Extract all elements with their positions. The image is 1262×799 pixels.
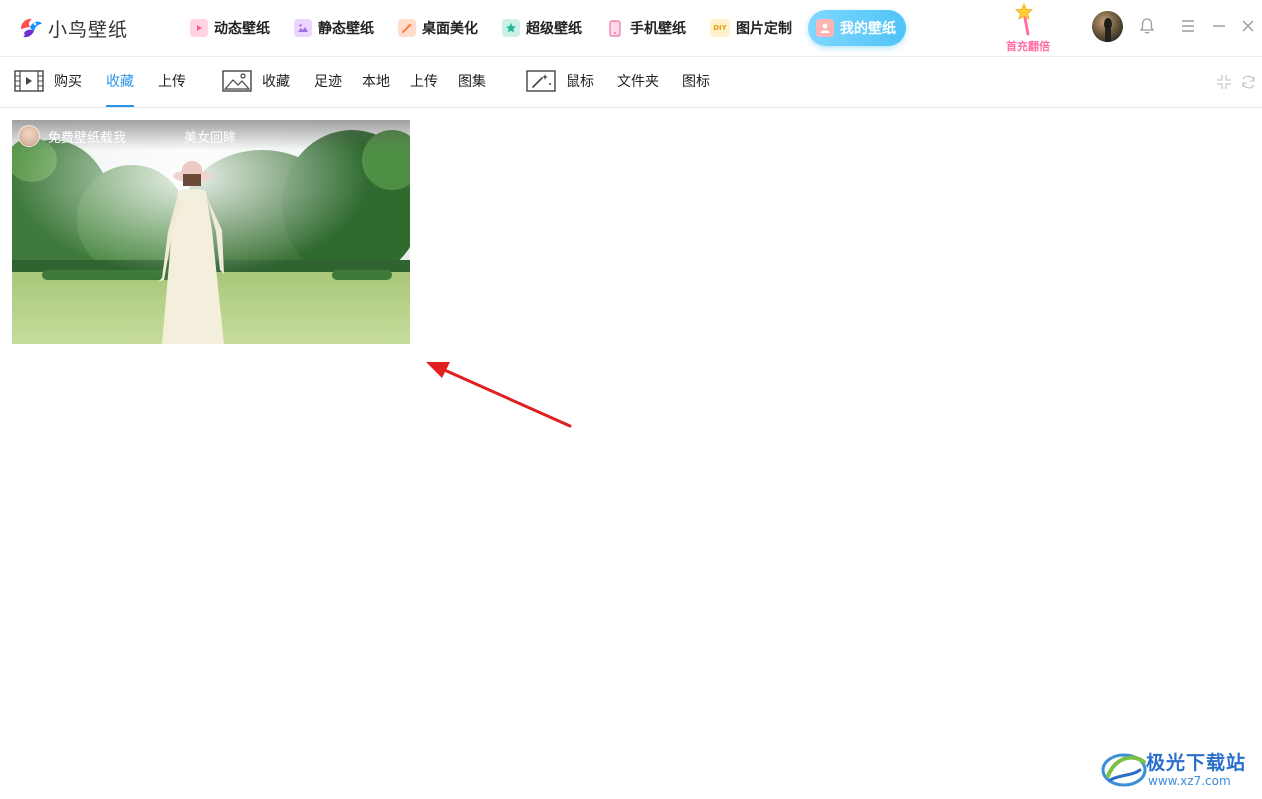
subtab-folder[interactable]: 文件夹 <box>617 57 659 107</box>
tab-label: 图片定制 <box>736 21 792 37</box>
app-name: 小鸟壁纸 <box>48 18 129 41</box>
subtab-image-upload[interactable]: 上传 <box>410 57 438 107</box>
tab-phone-wallpaper[interactable]: 手机壁纸 <box>598 10 696 46</box>
tab-static-wallpaper[interactable]: 静态壁纸 <box>286 10 384 46</box>
author-name: 免费壁纸载我 <box>48 130 127 146</box>
watermark-url: www.xz7.com <box>1148 774 1231 788</box>
subtab-image-favorites[interactable]: 收藏 <box>262 57 290 107</box>
tab-label: 动态壁纸 <box>214 21 270 37</box>
tab-my-wallpaper[interactable]: 我的壁纸 <box>808 10 906 46</box>
watermark-title: 极光下载站 <box>1146 752 1247 774</box>
subtab-image-albums[interactable]: 图集 <box>458 57 486 107</box>
subtab-image-history[interactable]: 足迹 <box>314 57 342 107</box>
author-avatar <box>18 125 40 147</box>
app-window: 小鸟壁纸 动态壁纸 静态壁纸 桌面美化 超级壁纸 手机壁纸 DIY 图片定制 我… <box>0 0 1262 799</box>
tab-label: 我的壁纸 <box>840 21 896 37</box>
wallpaper-card[interactable]: 免费壁纸载我 美女回眸 <box>12 120 410 344</box>
promo-badge[interactable]: 首充翻倍 <box>996 0 1060 56</box>
minimize-icon[interactable] <box>1207 14 1231 38</box>
top-bar: 小鸟壁纸 动态壁纸 静态壁纸 桌面美化 超级壁纸 手机壁纸 DIY 图片定制 我… <box>0 0 1262 57</box>
subtab-image-local[interactable]: 本地 <box>362 57 390 107</box>
card-title: 美女回眸 <box>184 131 237 146</box>
tab-label: 桌面美化 <box>422 21 478 37</box>
subtab-video-favorites[interactable]: 收藏 <box>106 57 134 107</box>
wand-icon <box>398 19 416 37</box>
tab-dynamic-wallpaper[interactable]: 动态壁纸 <box>182 10 280 46</box>
refresh-icon[interactable] <box>1240 74 1257 90</box>
user-icon <box>816 19 834 37</box>
tab-label: 手机壁纸 <box>630 21 686 37</box>
site-watermark: 极光下载站 www.xz7.com <box>1100 744 1260 794</box>
phone-icon <box>606 19 624 37</box>
bell-icon[interactable] <box>1135 14 1159 38</box>
picture-icon <box>222 70 252 92</box>
tab-label: 静态壁纸 <box>318 21 374 37</box>
tab-image-custom[interactable]: DIY 图片定制 <box>702 10 802 46</box>
bird-logo-icon <box>21 18 42 38</box>
red-arrow-annotation <box>426 362 572 428</box>
sub-toolbar: 购买 收藏 上传 收藏 足迹 本地 上传 图集 鼠标 文件夹 图标 <box>0 57 1262 108</box>
film-icon <box>14 70 44 92</box>
star-wand-icon <box>1014 2 1034 36</box>
tab-desktop-beautify[interactable]: 桌面美化 <box>390 10 488 46</box>
subtab-icons[interactable]: 图标 <box>682 57 710 107</box>
tab-label: 超级壁纸 <box>526 21 582 37</box>
subtab-cursor[interactable]: 鼠标 <box>566 57 594 107</box>
diy-icon: DIY <box>710 19 730 37</box>
promo-text: 首充翻倍 <box>1006 40 1050 53</box>
wallpaper-thumbnail <box>12 120 410 344</box>
subtab-video-purchase[interactable]: 购买 <box>54 57 82 107</box>
play-icon <box>190 19 208 37</box>
cursor-wand-icon <box>526 70 556 92</box>
user-avatar[interactable] <box>1092 11 1123 42</box>
app-logo[interactable]: 小鸟壁纸 <box>18 14 128 42</box>
tab-super-wallpaper[interactable]: 超级壁纸 <box>494 10 592 46</box>
star-icon <box>502 19 520 37</box>
card-author[interactable]: 免费壁纸载我 <box>18 125 126 147</box>
menu-icon[interactable] <box>1176 14 1200 38</box>
aurora-logo-icon <box>1101 753 1147 787</box>
subtab-video-upload[interactable]: 上传 <box>158 57 186 107</box>
close-icon[interactable] <box>1236 14 1260 38</box>
shrink-icon[interactable] <box>1216 74 1232 90</box>
image-icon <box>294 19 312 37</box>
main-nav: 动态壁纸 静态壁纸 桌面美化 超级壁纸 手机壁纸 DIY 图片定制 我的壁纸 <box>182 10 912 46</box>
